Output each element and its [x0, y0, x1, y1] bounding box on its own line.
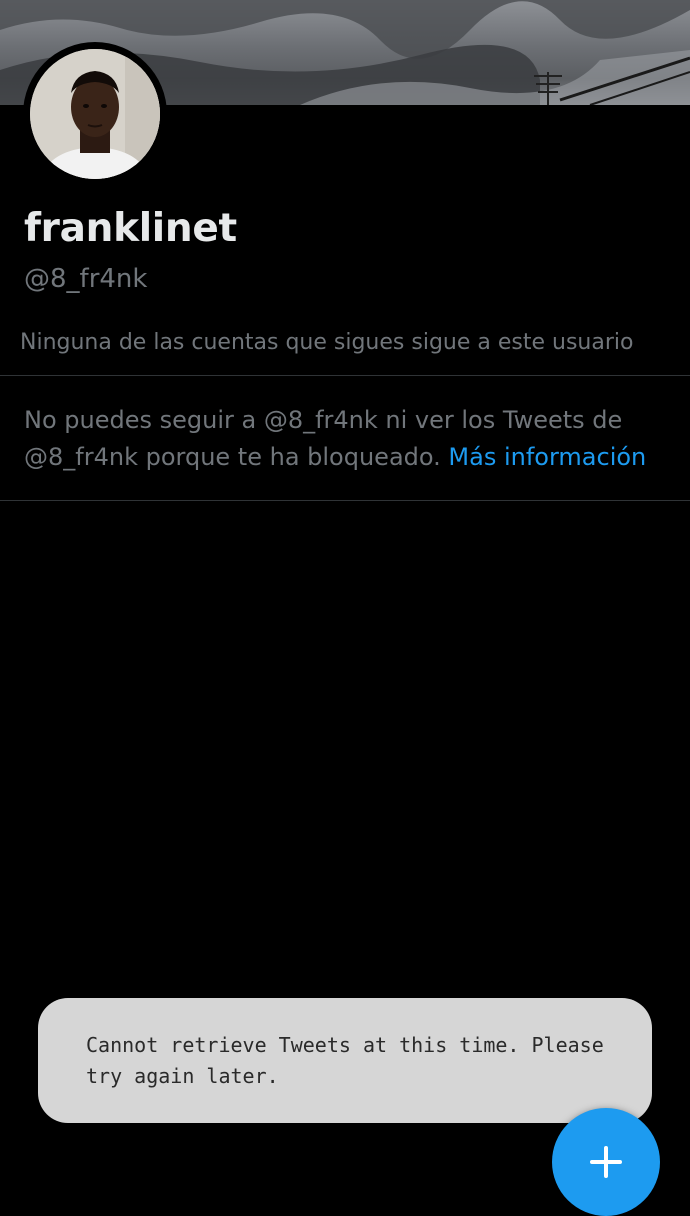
blocked-notice: No puedes seguir a @8_fr4nk ni ver los T…	[24, 402, 674, 476]
followers-you-know-text[interactable]: Ninguna de las cuentas que sigues sigue …	[20, 330, 633, 355]
profile-handle: @8_fr4nk	[24, 264, 148, 294]
toast-message: Cannot retrieve Tweets at this time. Ple…	[86, 1033, 604, 1088]
profile-avatar[interactable]	[23, 42, 167, 186]
profile-display-name: franklinet	[24, 206, 237, 251]
section-divider	[0, 500, 690, 501]
avatar-image	[30, 49, 160, 179]
learn-more-link[interactable]: Más información	[448, 443, 646, 471]
section-divider	[0, 375, 690, 376]
error-toast: Cannot retrieve Tweets at this time. Ple…	[38, 998, 652, 1123]
plus-icon	[590, 1146, 622, 1178]
